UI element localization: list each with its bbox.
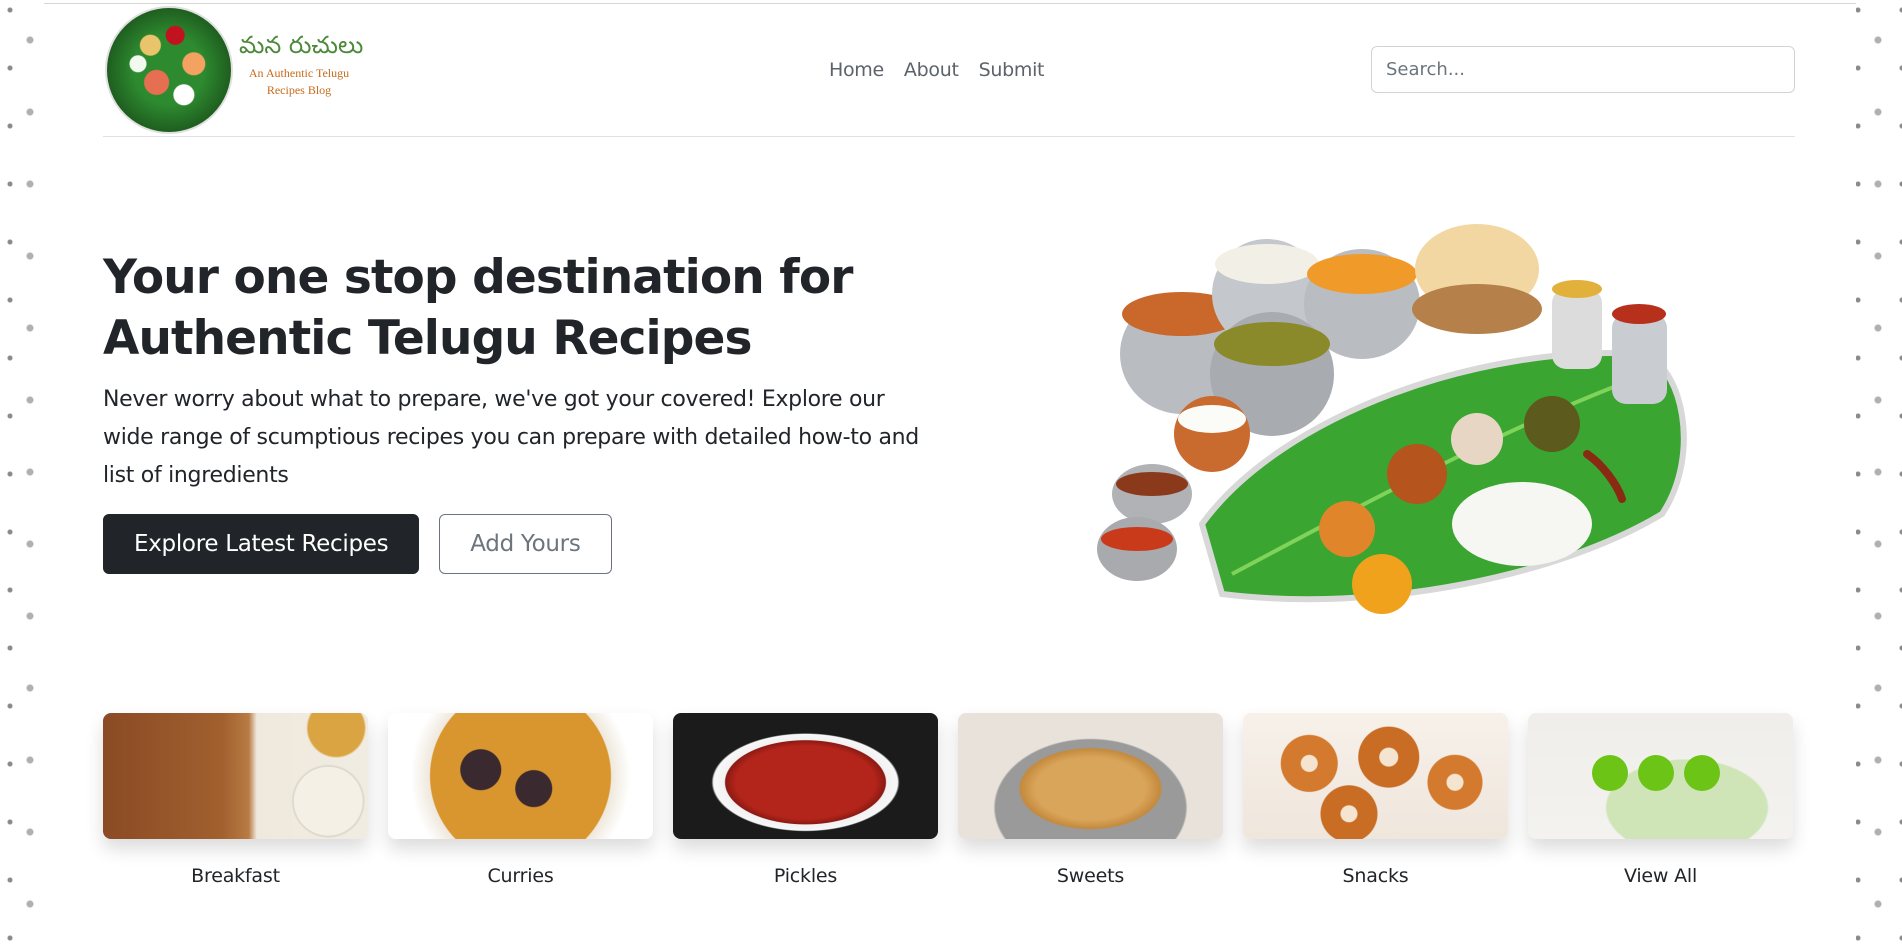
dot-icon xyxy=(1592,755,1628,791)
add-yours-button[interactable]: Add Yours xyxy=(439,514,612,574)
breakfast-image[interactable] xyxy=(103,713,368,839)
category-view-all[interactable]: View All xyxy=(1528,713,1793,887)
category-label[interactable]: Curries xyxy=(388,865,653,887)
snacks-image[interactable] xyxy=(1243,713,1508,839)
pickles-image[interactable] xyxy=(673,713,938,839)
dot-icon xyxy=(1684,755,1720,791)
category-pickles[interactable]: Pickles xyxy=(673,713,938,887)
category-list: Breakfast Curries Pickles Sweets Snacks xyxy=(103,713,1793,887)
curries-image[interactable] xyxy=(388,713,653,839)
hero-title: Your one stop destination for Authentic … xyxy=(103,250,853,366)
page-wrapper: మన రుచులు An Authentic Telugu Recipes Bl… xyxy=(44,3,1856,951)
category-label[interactable]: Sweets xyxy=(958,865,1223,887)
dot-icon xyxy=(1638,755,1674,791)
hero-buttons: Explore Latest Recipes Add Yours xyxy=(103,514,612,574)
category-label[interactable]: Snacks xyxy=(1243,865,1508,887)
category-label[interactable]: Pickles xyxy=(673,865,938,887)
category-sweets[interactable]: Sweets xyxy=(958,713,1223,887)
category-label[interactable]: View All xyxy=(1528,865,1793,887)
hero-thali-image xyxy=(1097,224,1687,614)
hero-description: Never worry about what to prepare, we've… xyxy=(103,387,919,488)
category-breakfast[interactable]: Breakfast xyxy=(103,713,368,887)
explore-latest-recipes-button[interactable]: Explore Latest Recipes xyxy=(103,514,420,574)
view-all-image[interactable] xyxy=(1528,713,1793,839)
category-snacks[interactable]: Snacks xyxy=(1243,713,1508,887)
category-label[interactable]: Breakfast xyxy=(103,865,368,887)
category-curries[interactable]: Curries xyxy=(388,713,653,887)
sweets-image[interactable] xyxy=(958,713,1223,839)
more-dots-icon xyxy=(1592,755,1720,791)
